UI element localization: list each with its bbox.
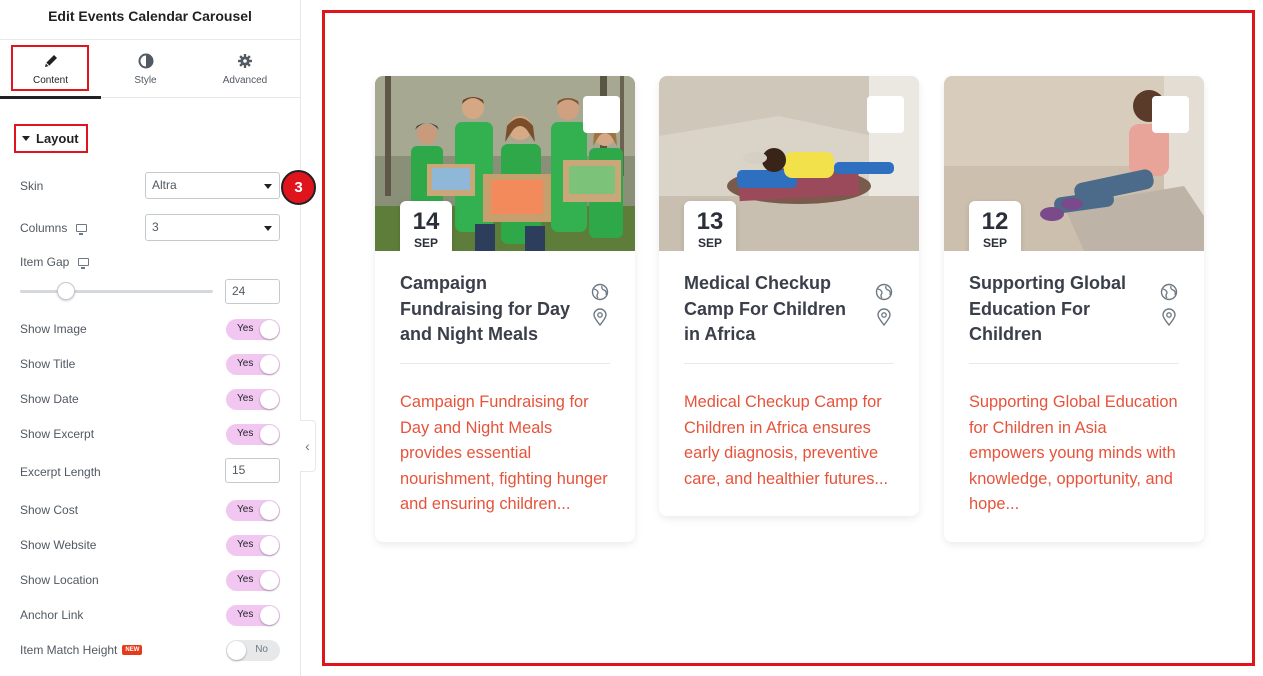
ticket-button[interactable] <box>867 96 904 133</box>
ticket-button[interactable] <box>1152 96 1189 133</box>
event-title[interactable]: Medical Checkup Camp For Children in Afr… <box>684 271 864 348</box>
columns-select[interactable]: 3 <box>145 214 280 241</box>
panel-title: Edit Events Calendar Carousel <box>0 0 300 40</box>
globe-icon[interactable] <box>874 282 894 302</box>
event-day: 14 <box>412 208 440 235</box>
field-show-website: Show Website Yes <box>20 531 282 559</box>
field-excerpt-length: Excerpt Length 15 <box>20 458 282 486</box>
event-excerpt: Medical Checkup Camp for Children in Afr… <box>684 393 889 488</box>
map-pin-icon[interactable] <box>590 307 610 327</box>
chevron-left-icon: ‹ <box>305 438 310 454</box>
excerpt-length-input[interactable]: 15 <box>225 458 280 483</box>
event-title[interactable]: Campaign Fundraising for Day and Night M… <box>400 271 580 348</box>
event-month: SEP <box>982 236 1007 250</box>
gear-icon <box>238 54 252 68</box>
excerpt-length-label: Excerpt Length <box>20 465 101 479</box>
desktop-icon[interactable] <box>76 224 88 235</box>
field-show-date: Show Date Yes <box>20 385 282 413</box>
show-date-toggle[interactable]: Yes <box>226 389 280 410</box>
caret-down-icon <box>22 136 30 142</box>
section-layout-label: Layout <box>36 131 79 146</box>
ticket-icon <box>867 96 919 251</box>
tab-content[interactable]: Content <box>0 41 101 99</box>
new-badge: NEW <box>122 644 143 655</box>
field-item-match-height: Item Match Height NEW No <box>20 636 282 664</box>
tab-style-label: Style <box>134 75 157 86</box>
skin-label: Skin <box>20 179 44 193</box>
show-cost-toggle[interactable]: Yes <box>226 500 280 521</box>
chevron-down-icon <box>264 184 272 189</box>
field-show-excerpt: Show Excerpt Yes <box>20 420 282 448</box>
preview-canvas: 14 SEP Campaign Fundraising for Day and … <box>322 10 1255 666</box>
show-title-label: Show Title <box>20 357 76 371</box>
editor-panel: Edit Events Calendar Carousel Content St… <box>0 0 301 676</box>
field-item-gap: Item Gap <box>20 248 282 276</box>
field-show-location: Show Location Yes <box>20 566 282 594</box>
event-card: 13 SEP Medical Checkup Camp For Children… <box>659 76 919 516</box>
ticket-icon <box>583 96 635 251</box>
show-location-toggle[interactable]: Yes <box>226 570 280 591</box>
skin-select[interactable]: Altra <box>145 172 280 199</box>
item-gap-label: Item Gap <box>20 255 70 269</box>
section-layout-toggle[interactable]: Layout <box>14 124 88 153</box>
field-item-gap-input-row: 24 <box>20 279 282 307</box>
show-website-toggle[interactable]: Yes <box>226 535 280 556</box>
item-match-height-label: Item Match Height <box>20 643 118 657</box>
show-location-label: Show Location <box>20 573 99 587</box>
field-show-title: Show Title Yes <box>20 350 282 378</box>
map-pin-icon[interactable] <box>1159 307 1179 327</box>
tab-advanced[interactable]: Advanced <box>190 41 300 98</box>
tab-highlight <box>11 45 89 91</box>
show-excerpt-label: Show Excerpt <box>20 427 95 441</box>
event-month: SEP <box>697 236 722 250</box>
columns-value: 3 <box>152 220 159 234</box>
field-show-cost: Show Cost Yes <box>20 496 282 524</box>
show-date-label: Show Date <box>20 392 79 406</box>
event-title[interactable]: Supporting Global Education For Children <box>969 271 1149 348</box>
ticket-icon <box>1152 96 1204 251</box>
skin-value: Altra <box>152 178 177 192</box>
columns-label: Columns <box>20 221 68 235</box>
event-image-volunteers[interactable]: 14 SEP <box>375 76 635 251</box>
tab-advanced-label: Advanced <box>222 75 268 86</box>
panel-collapse-button[interactable]: ‹ <box>300 420 316 472</box>
field-skin: Skin Altra <box>20 172 282 200</box>
ticket-button[interactable] <box>583 96 620 133</box>
item-match-height-toggle[interactable]: No <box>226 640 280 661</box>
show-website-label: Show Website <box>20 538 97 552</box>
event-card: 14 SEP Campaign Fundraising for Day and … <box>375 76 635 542</box>
show-image-label: Show Image <box>20 322 87 336</box>
show-excerpt-toggle[interactable]: Yes <box>226 424 280 445</box>
globe-icon[interactable] <box>590 282 610 302</box>
event-day: 12 <box>981 208 1009 235</box>
anchor-link-toggle[interactable]: Yes <box>226 605 280 626</box>
event-month: SEP <box>413 236 438 250</box>
panel-tabs: Content Style Advanced <box>0 41 300 99</box>
event-date-badge: 14 SEP <box>400 201 452 251</box>
event-image-child-sitting[interactable]: 12 SEP <box>944 76 1204 251</box>
show-title-toggle[interactable]: Yes <box>226 354 280 375</box>
event-date-badge: 12 SEP <box>969 201 1021 251</box>
desktop-icon[interactable] <box>78 258 90 269</box>
field-show-image: Show Image Yes <box>20 315 282 343</box>
tab-style[interactable]: Style <box>101 41 190 98</box>
field-columns: Columns 3 <box>20 214 282 242</box>
item-gap-input[interactable]: 24 <box>225 279 280 304</box>
chevron-down-icon <box>264 226 272 231</box>
anchor-link-label: Anchor Link <box>20 608 84 622</box>
event-date-badge: 13 SEP <box>684 201 736 251</box>
show-image-toggle[interactable]: Yes <box>226 319 280 340</box>
globe-icon[interactable] <box>1159 282 1179 302</box>
event-excerpt: Supporting Global Education for Children… <box>969 393 1178 513</box>
contrast-icon <box>138 53 153 69</box>
field-anchor-link: Anchor Link Yes <box>20 601 282 629</box>
event-image-sleeping-child[interactable]: 13 SEP <box>659 76 919 251</box>
step-number-badge: 3 <box>281 170 316 205</box>
event-day: 13 <box>696 208 724 235</box>
show-cost-label: Show Cost <box>20 503 79 517</box>
event-card: 12 SEP Supporting Global Education For C… <box>944 76 1204 542</box>
event-excerpt: Campaign Fundraising for Day and Night M… <box>400 393 608 513</box>
map-pin-icon[interactable] <box>874 307 894 327</box>
